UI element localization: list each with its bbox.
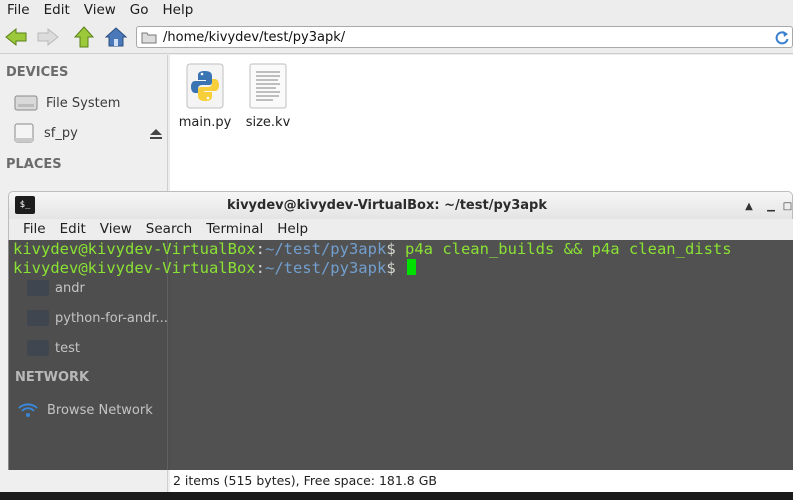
eject-icon[interactable] [149, 128, 163, 140]
fm-menubar: File Edit View Go Help [0, 0, 793, 20]
python-file-icon [186, 63, 224, 109]
terminal-line: kivydev@kivydev-VirtualBox:~/test/py3apk… [13, 240, 732, 258]
fm-toolbar: /home/kivydev/test/py3apk/ [0, 21, 793, 54]
fm-menu-file[interactable]: File [0, 0, 37, 20]
devices-heading: DEVICES [6, 65, 69, 80]
term-menu-edit[interactable]: Edit [53, 219, 93, 240]
term-menu-view[interactable]: View [93, 219, 139, 240]
places-heading: PLACES [6, 157, 62, 172]
sidebar-item-sf-py[interactable]: sf_py [12, 120, 78, 146]
terminal-window: $_ kivydev@kivydev-VirtualBox: ~/test/py… [8, 191, 793, 470]
home-button[interactable] [102, 24, 130, 50]
arrow-up-icon [73, 26, 95, 48]
term-menu-help[interactable]: Help [270, 219, 315, 240]
window-title: kivydev@kivydev-VirtualBox: ~/test/py3ap… [226, 198, 547, 213]
folder-icon [141, 32, 157, 43]
maximize-icon: □ [782, 200, 793, 212]
up-button[interactable] [70, 24, 98, 50]
folder-icon [27, 280, 49, 296]
terminal-cursor [407, 259, 416, 275]
arrow-left-icon [5, 27, 27, 47]
fm-menu-edit[interactable]: Edit [37, 0, 77, 20]
sidebar-item-label: sf_py [44, 125, 78, 141]
fm-menu-view[interactable]: View [77, 0, 123, 20]
file-item-main-py[interactable]: main.py [174, 63, 236, 130]
terminal-output[interactable]: andr python-for-andr... test NETWORK Bro… [8, 240, 793, 470]
file-name: main.py [178, 115, 232, 130]
terminal-line: kivydev@kivydev-VirtualBox:~/test/py3apk… [13, 259, 416, 278]
places-item-andr: andr [27, 277, 85, 299]
places-item-test: test [27, 337, 80, 359]
network-heading: NETWORK [15, 370, 90, 385]
terminal-menubar: File Edit View Search Terminal Help [8, 219, 793, 240]
text-file-icon [249, 63, 287, 109]
term-menu-search[interactable]: Search [139, 219, 199, 240]
harddisk-icon [14, 95, 38, 111]
maximize-button[interactable]: □ [781, 198, 793, 214]
term-menu-terminal[interactable]: Terminal [199, 219, 270, 240]
fm-menu-help[interactable]: Help [156, 0, 201, 20]
file-item-size-kv[interactable]: size.kv [237, 63, 299, 130]
file-name: size.kv [245, 115, 291, 130]
home-icon [104, 27, 128, 47]
drive-icon [14, 123, 34, 143]
taskbar [0, 492, 793, 500]
sidebar-item-browse-network: Browse Network [17, 399, 153, 421]
back-button[interactable] [2, 24, 30, 50]
arrow-right-icon [37, 27, 59, 47]
sidebar-item-label: File System [46, 95, 121, 111]
fm-menu-go[interactable]: Go [123, 0, 156, 20]
terminal-titlebar[interactable]: $_ kivydev@kivydev-VirtualBox: ~/test/py… [8, 191, 793, 219]
reload-icon[interactable] [774, 30, 790, 46]
sidebar-item-file-system[interactable]: File System [14, 90, 120, 116]
network-icon [18, 403, 38, 417]
forward-button[interactable] [34, 24, 62, 50]
places-item-python-for-android: python-for-andr... [27, 307, 168, 329]
folder-icon [27, 340, 49, 356]
term-menu-file[interactable]: File [16, 219, 53, 240]
arrow-up-icon: ▲ [745, 200, 753, 212]
location-path: /home/kivydev/test/py3apk/ [163, 29, 346, 45]
folder-icon [27, 310, 49, 326]
minimize-icon: ▁ [767, 200, 775, 212]
location-bar[interactable]: /home/kivydev/test/py3apk/ [136, 26, 793, 48]
status-bar: 2 items (515 bytes), Free space: 181.8 G… [173, 473, 437, 488]
shade-button[interactable]: ▲ [740, 198, 758, 214]
minimize-button[interactable]: ▁ [762, 198, 780, 214]
